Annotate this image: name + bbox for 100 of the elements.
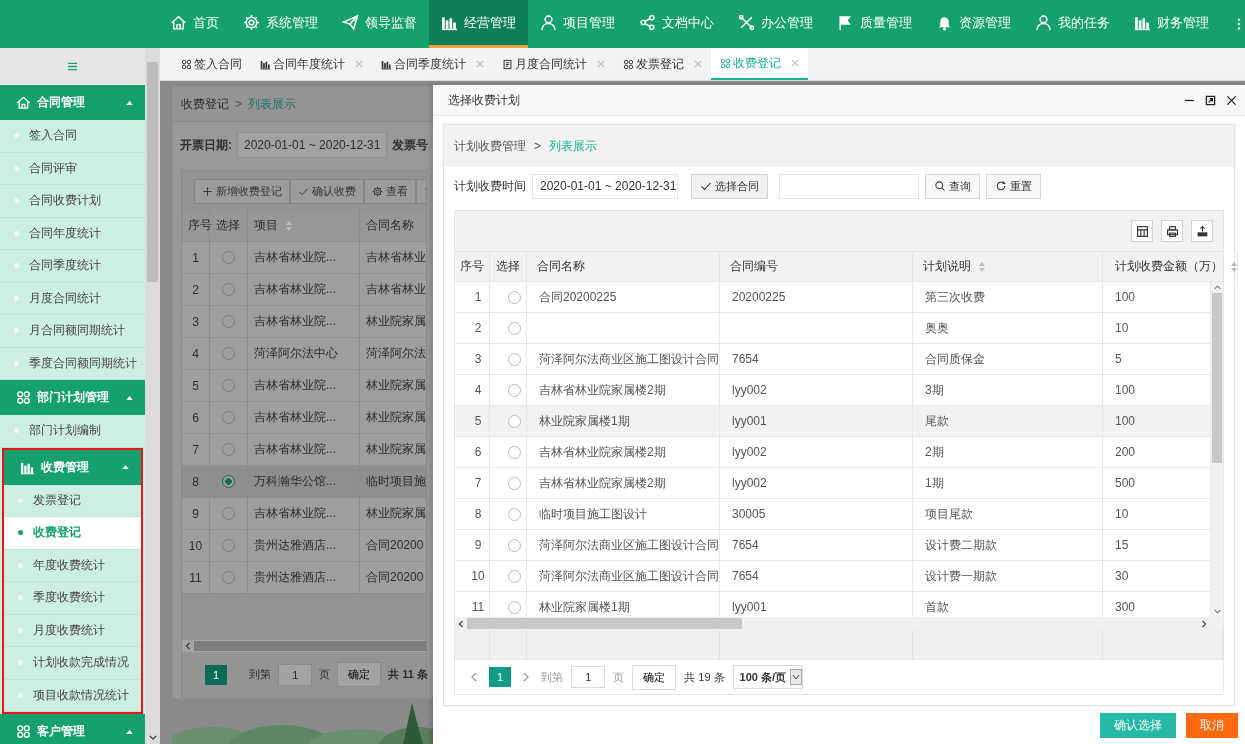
- sidebar-item[interactable]: 季度收费统计: [4, 582, 141, 615]
- radio-button[interactable]: [507, 476, 521, 490]
- radio-button[interactable]: [507, 383, 521, 397]
- table-row[interactable]: 8 临时项目施工图设计 30005 项目尾款 10: [455, 499, 1211, 530]
- radio-button[interactable]: [222, 283, 235, 296]
- radio-button[interactable]: [222, 251, 235, 264]
- scrollbar-thumb[interactable]: [194, 641, 426, 651]
- input-field[interactable]: [779, 173, 919, 199]
- sort-icon[interactable]: [1231, 261, 1237, 272]
- radio-button[interactable]: [222, 539, 235, 552]
- chevron-down-icon[interactable]: [148, 735, 157, 740]
- table-row[interactable]: 9 菏泽阿尔法商业区施工图设计合同 7654 设计费二期款 15: [455, 530, 1211, 561]
- confirm-button[interactable]: 确定: [632, 664, 677, 690]
- table-row[interactable]: 10 菏泽阿尔法商业区施工图设计合同 7654 设计费一期款 30: [455, 561, 1211, 592]
- printer-icon: [1165, 224, 1179, 238]
- bullet-icon: [14, 295, 19, 301]
- chevron-left-icon[interactable]: [458, 619, 464, 628]
- confirm-button[interactable]: 确定: [337, 662, 382, 687]
- table-cell: 临时项目施工图设计: [527, 499, 720, 529]
- paper-plane-icon: [342, 14, 359, 31]
- page-number[interactable]: 1: [205, 664, 228, 685]
- chevron-left-icon[interactable]: [185, 642, 191, 650]
- grid-icon: [181, 58, 192, 70]
- toolbar-button[interactable]: 新增收费登记: [194, 179, 290, 204]
- table-cell: 10: [455, 561, 490, 591]
- table-row[interactable]: 5 林业院家属楼1期 lyy001 尾款 100: [455, 406, 1211, 437]
- sidebar-item[interactable]: 项目收款情况统计: [4, 679, 141, 712]
- search-icon: [934, 180, 946, 192]
- chevron-up-icon[interactable]: [1213, 285, 1221, 290]
- table-row[interactable]: 11 林业院家属楼1期 lyy001 首款 300: [455, 592, 1211, 617]
- radio-button[interactable]: [222, 379, 235, 392]
- scrollbar-thumb[interactable]: [147, 62, 158, 282]
- page-size-select[interactable]: 100 条/页: [732, 665, 804, 689]
- radio-button[interactable]: [507, 445, 521, 459]
- table-row[interactable]: 3 菏泽阿尔法商业区施工图设计合同 7654 合同质保金 5: [455, 344, 1211, 375]
- chevron-down-icon[interactable]: [1213, 609, 1221, 614]
- radio-button[interactable]: [222, 571, 235, 584]
- radio-button[interactable]: [222, 315, 235, 328]
- table-row[interactable]: 7 吉林省林业院家属楼2期 lyy002 1期 500: [455, 468, 1211, 499]
- scrollbar-thumb[interactable]: [467, 618, 742, 629]
- tools-icon: [738, 14, 755, 31]
- tab[interactable]: 发票登记: [614, 48, 711, 80]
- page-input[interactable]: 1: [571, 666, 606, 688]
- radio-button[interactable]: [222, 347, 235, 360]
- sidebar-item[interactable]: 年度收费统计: [4, 549, 141, 582]
- sort-icon[interactable]: [286, 220, 292, 231]
- date-range-field[interactable]: 2020-01-01 ~ 2020-12-31: [237, 132, 388, 158]
- radio-button[interactable]: [222, 507, 235, 520]
- close-icon[interactable]: [1226, 94, 1237, 106]
- chevron-right-icon[interactable]: [523, 672, 530, 682]
- tab[interactable]: 月度合同统计: [493, 48, 614, 80]
- pager-label: 页: [613, 669, 625, 685]
- tab[interactable]: 合同季度统计: [372, 48, 493, 80]
- breadcrumb-separator: >: [235, 97, 242, 111]
- table-cell: 项目尾款: [913, 499, 1103, 529]
- bar-chart-icon: [441, 14, 458, 31]
- sort-icon[interactable]: [979, 261, 985, 272]
- tab[interactable]: 合同年度统计: [251, 48, 372, 80]
- radio-button[interactable]: [507, 507, 521, 521]
- bullet-icon: [18, 660, 23, 666]
- table-cell: 1期: [913, 468, 1103, 498]
- radio-button[interactable]: [507, 569, 521, 583]
- page-input[interactable]: 1: [278, 663, 313, 686]
- action-button[interactable]: 查询: [925, 173, 980, 199]
- nav-item[interactable]: 经营管理: [429, 0, 528, 48]
- bar-chart-icon: [1134, 14, 1151, 31]
- radio-button[interactable]: [507, 414, 521, 428]
- table-cell: 8: [182, 466, 210, 497]
- breadcrumb-item[interactable]: 计划收费管理: [454, 137, 526, 155]
- radio-button[interactable]: [222, 411, 235, 424]
- table-row[interactable]: 2 奥奥 10: [455, 313, 1211, 344]
- more-icon[interactable]: [1237, 17, 1241, 31]
- table-row[interactable]: 4 吉林省林业院家属楼2期 lyy002 3期 100: [455, 375, 1211, 406]
- scrollbar-thumb[interactable]: [1212, 293, 1222, 463]
- radio-button[interactable]: [507, 538, 521, 552]
- table-cell: 吉林省林业院...: [248, 306, 360, 337]
- table-row[interactable]: 1 合同20200225 20200225 第三次收费 100: [455, 282, 1211, 313]
- sidebar-item[interactable]: 月度收费统计: [4, 614, 141, 647]
- toolbar-button[interactable]: 确认收费: [290, 179, 364, 204]
- tab[interactable]: 签入合同: [172, 48, 251, 80]
- radio-button[interactable]: [507, 321, 521, 335]
- filter-label: 发票号: [392, 136, 429, 154]
- radio-button[interactable]: [507, 352, 521, 366]
- maximize-icon[interactable]: [1205, 94, 1216, 106]
- radio-button[interactable]: [222, 475, 235, 488]
- date-range-field[interactable]: 2020-01-01 ~ 2020-12-31: [532, 173, 678, 199]
- menu-icon[interactable]: [67, 62, 78, 71]
- table-row[interactable]: 6 吉林省林业院家属楼2期 lyy002 2期 200: [455, 437, 1211, 468]
- select-contract-button[interactable]: 选择合同: [691, 173, 768, 199]
- radio-button[interactable]: [507, 290, 521, 304]
- chevron-right-icon[interactable]: [1201, 619, 1207, 628]
- sidebar-item[interactable]: 计划收款完成情况: [4, 647, 141, 680]
- toolbar-button[interactable]: 查看: [364, 179, 416, 204]
- breadcrumb-item[interactable]: 收费登记: [181, 95, 229, 113]
- gear-icon: [372, 186, 383, 197]
- chevron-left-icon[interactable]: [471, 672, 477, 682]
- action-button[interactable]: 重置: [986, 173, 1041, 199]
- caret-up-icon: [126, 395, 133, 400]
- radio-button[interactable]: [507, 600, 521, 614]
- radio-button[interactable]: [222, 443, 235, 456]
